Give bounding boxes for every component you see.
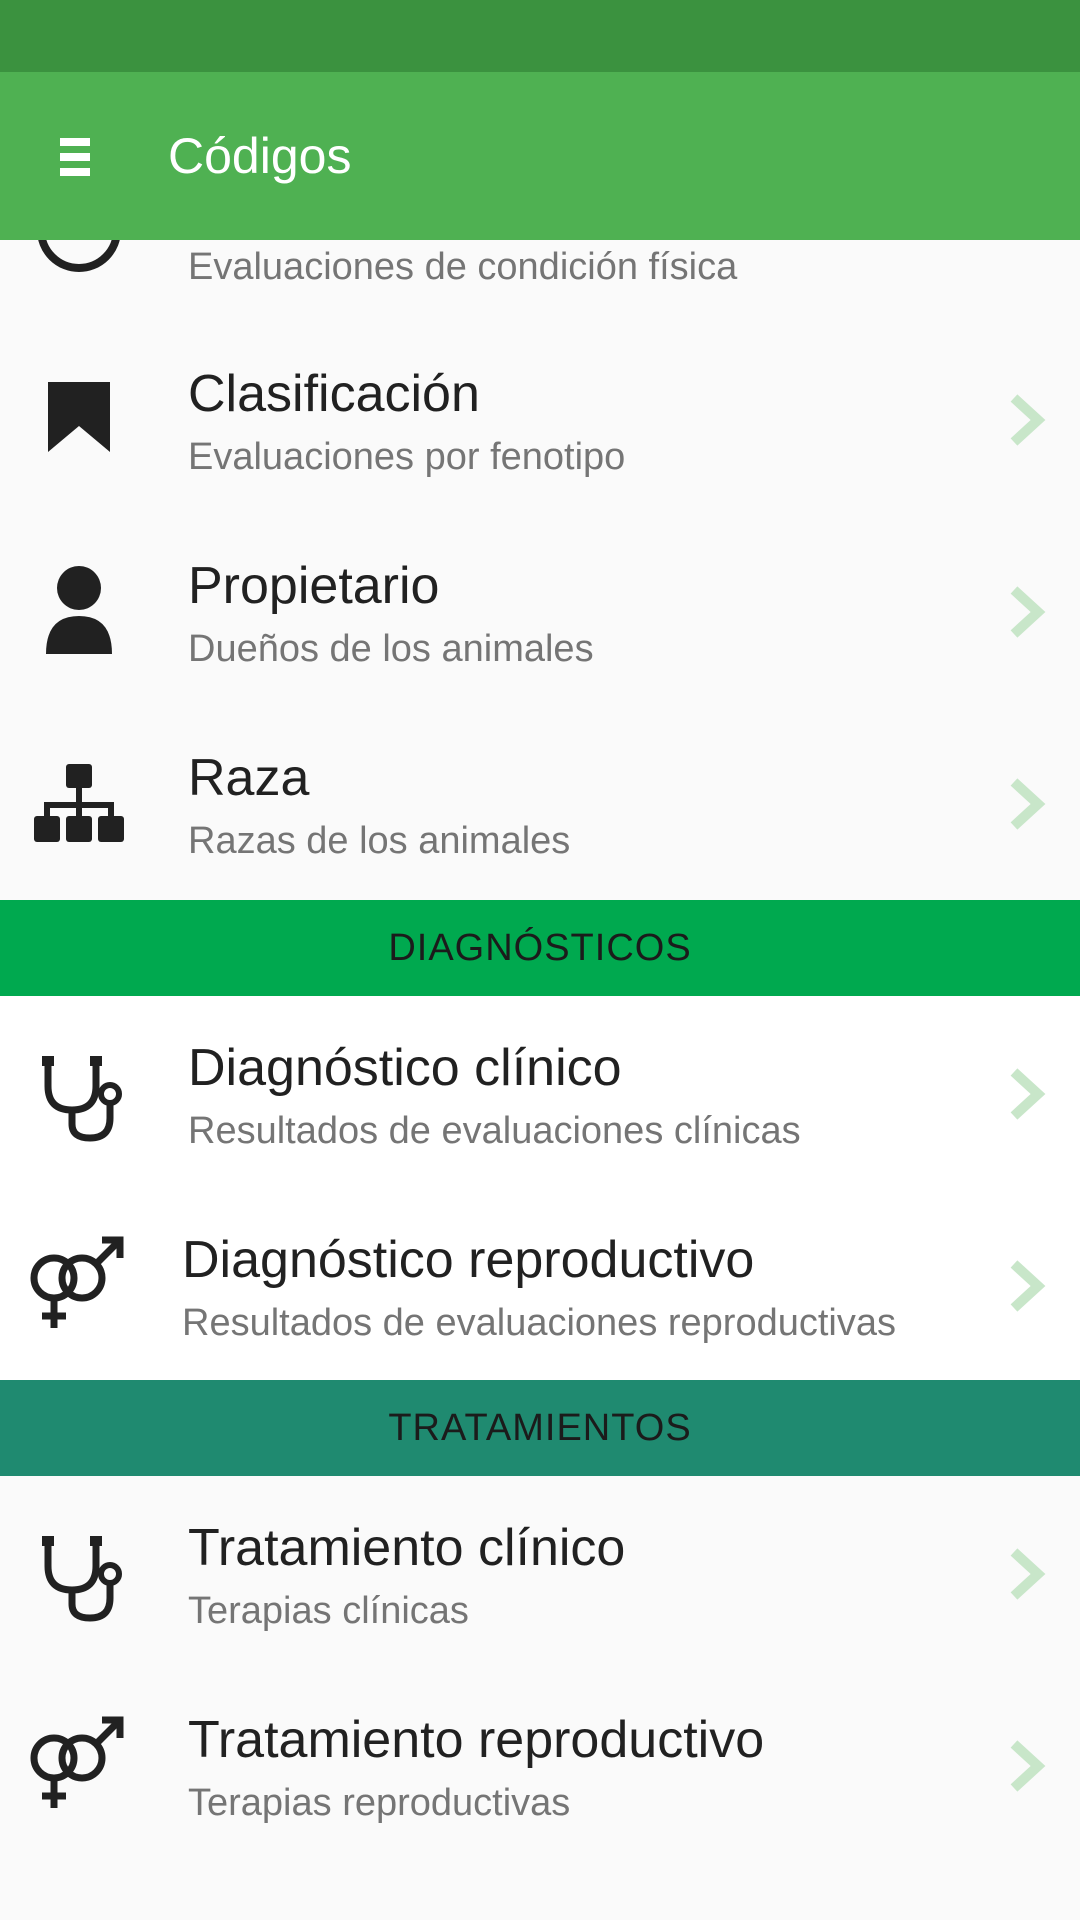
- list-item-subtitle: Terapias reproductivas: [188, 1782, 571, 1824]
- list-item-subtitle: Resultados de evaluaciones clínicas: [188, 1110, 801, 1152]
- list-item-diagnostico-clinico[interactable]: Diagnóstico clínico Resultados de evalua…: [0, 996, 1080, 1186]
- menu-icon: [60, 138, 90, 146]
- list-item-title: Propietario: [188, 557, 440, 615]
- codes-list[interactable]: Evaluaciones de condición física Clasifi…: [0, 0, 1080, 1920]
- app-bar: Códigos: [0, 72, 1080, 240]
- list-item-diagnostico-reproductivo[interactable]: Diagnóstico reproductivo Resultados de e…: [0, 1188, 1080, 1378]
- menu-button[interactable]: [40, 122, 110, 192]
- chevron-right-icon: [1006, 584, 1046, 640]
- chevron-right-icon: [1006, 1258, 1046, 1314]
- gender-icon: [24, 1708, 134, 1818]
- person-icon: [24, 554, 134, 664]
- stethoscope-icon: [24, 1036, 134, 1146]
- stethoscope-icon: [24, 1516, 134, 1626]
- list-item-title: Diagnóstico reproductivo: [182, 1231, 755, 1289]
- list-item-title: Tratamiento reproductivo: [188, 1711, 765, 1769]
- page-title: Códigos: [168, 128, 352, 184]
- section-header-diagnosticos: DIAGNÓSTICOS: [0, 900, 1080, 996]
- list-item-subtitle: Razas de los animales: [188, 820, 571, 862]
- sitemap-icon: [24, 746, 134, 856]
- section-header-tratamientos: TRATAMIENTOS: [0, 1380, 1080, 1476]
- chevron-right-icon: [1006, 1066, 1046, 1122]
- list-item-subtitle: Dueños de los animales: [188, 628, 594, 670]
- gender-icon: [24, 1228, 134, 1338]
- menu-icon-line: [60, 168, 90, 176]
- bookmark-icon: [24, 362, 134, 472]
- list-item-subtitle: Resultados de evaluaciones reproductivas: [182, 1302, 896, 1344]
- list-item-title: Clasificación: [188, 365, 480, 423]
- list-item-subtitle: Evaluaciones de condición física: [188, 246, 738, 288]
- chevron-right-icon: [1006, 776, 1046, 832]
- list-item-title: Tratamiento clínico: [188, 1519, 626, 1577]
- list-item-title: Diagnóstico clínico: [188, 1039, 622, 1097]
- list-item-tratamiento-reproductivo[interactable]: Tratamiento reproductivo Terapias reprod…: [0, 1668, 1080, 1858]
- list-item-raza[interactable]: Raza Razas de los animales: [0, 706, 1080, 896]
- list-item-clasificacion[interactable]: Clasificación Evaluaciones por fenotipo: [0, 322, 1080, 512]
- list-item-tratamiento-clinico[interactable]: Tratamiento clínico Terapias clínicas: [0, 1476, 1080, 1666]
- menu-icon-line: [60, 153, 90, 161]
- list-item-subtitle: Terapias clínicas: [188, 1590, 469, 1632]
- list-item-subtitle: Evaluaciones por fenotipo: [188, 436, 626, 478]
- list-item-title: Raza: [188, 749, 310, 807]
- chevron-right-icon: [1006, 392, 1046, 448]
- list-item-propietario[interactable]: Propietario Dueños de los animales: [0, 514, 1080, 704]
- chevron-right-icon: [1006, 1546, 1046, 1602]
- chevron-right-icon: [1006, 1738, 1046, 1794]
